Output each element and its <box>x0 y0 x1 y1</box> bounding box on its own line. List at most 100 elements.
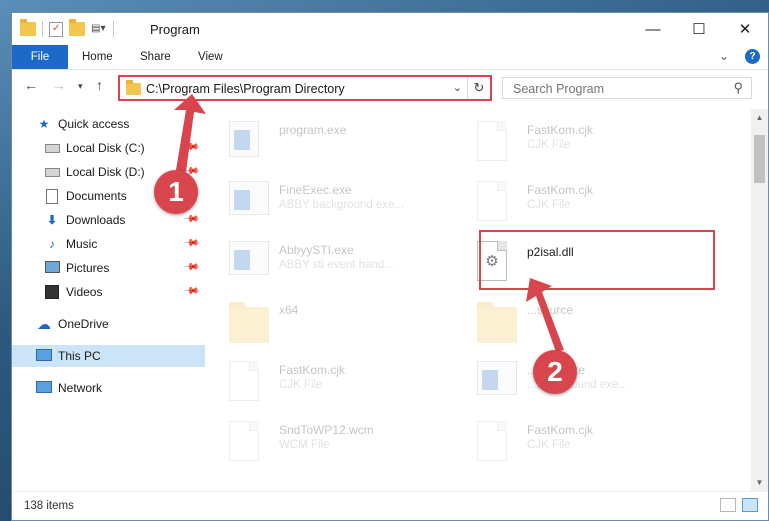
help-icon[interactable]: ? <box>745 49 760 64</box>
sidebar-item-label: Local Disk (C:) <box>66 141 145 155</box>
pictures-icon <box>44 261 60 275</box>
navigation-pane: ★ Quick access Local Disk (C:) 📌 Local D… <box>12 109 205 489</box>
file-name: SndToWP12.wcm <box>279 423 374 437</box>
window-title: Program <box>150 22 200 37</box>
file-item[interactable]: x64 <box>221 295 461 351</box>
address-bar[interactable]: C:\Program Files\Program Directory ⌄ ↻ <box>118 75 492 101</box>
tab-file[interactable]: File <box>12 45 68 69</box>
item-count: 138 items <box>24 500 74 512</box>
program-icon <box>229 121 265 165</box>
sidebar-item-label: Music <box>66 237 98 251</box>
recent-locations-icon[interactable]: ▾ <box>78 81 83 92</box>
file-name: x64 <box>279 303 299 317</box>
file-item[interactable]: SndToWP12.wcm WCM File <box>221 415 461 471</box>
search-input[interactable] <box>511 78 715 100</box>
network-icon <box>36 381 52 395</box>
file-list: program.exe FineExec.exe ABBY background… <box>207 109 742 489</box>
large-icons-view-icon[interactable] <box>742 498 758 512</box>
file-item[interactable]: FineExec.exe ABBY background exe... <box>221 175 461 231</box>
file-item[interactable]: AbbyySTI.exe ABBY sti event hand... <box>221 235 461 291</box>
customize-toolbar-icon[interactable]: ▤▾ <box>91 22 107 36</box>
document-icon <box>477 421 513 465</box>
ribbon-tabs: File Home Share View ⌄ ? <box>12 45 768 70</box>
file-name: FastKom.cjk <box>527 423 594 437</box>
application-icon <box>477 361 517 405</box>
file-type: CJK File <box>279 379 323 391</box>
back-arrow-icon[interactable]: ← <box>24 77 38 93</box>
sidebar-item-label: OneDrive <box>58 317 109 331</box>
up-arrow-icon[interactable]: ↑ <box>96 77 103 93</box>
sidebar-item-music[interactable]: ♪ Music 📌 <box>12 233 205 255</box>
file-name: FastKom.cjk <box>527 183 594 197</box>
download-icon: ⬇ <box>46 213 58 227</box>
scrollbar-thumb[interactable] <box>754 135 765 183</box>
file-name: FastKom.cjk <box>527 123 594 137</box>
file-item[interactable]: FastKom.cjk CJK File <box>221 355 461 411</box>
chevron-down-icon[interactable]: ⌄ <box>453 81 462 94</box>
refresh-icon[interactable]: ↻ <box>467 77 490 99</box>
pin-icon: 📌 <box>182 235 200 252</box>
pin-icon: 📌 <box>182 211 200 228</box>
sidebar-item-label: Downloads <box>66 213 126 227</box>
drive-icon <box>44 141 60 155</box>
properties-icon[interactable]: ✓ <box>49 21 63 37</box>
sidebar-item-local-disk-c[interactable]: Local Disk (C:) 📌 <box>12 137 205 159</box>
file-item[interactable]: FastKom.cjk CJK File <box>469 115 709 171</box>
file-type: WCM File <box>279 439 330 451</box>
drive-icon <box>44 165 60 179</box>
file-item[interactable]: FastKom.cjk CJK File <box>469 175 709 231</box>
search-box[interactable]: ⚲ <box>502 77 752 100</box>
file-name: AbbyySTI.exe <box>279 243 354 257</box>
documents-icon <box>44 189 60 204</box>
tab-view[interactable]: View <box>198 45 223 69</box>
file-item[interactable]: ...exec.exe ...background exe... <box>469 355 709 411</box>
sidebar-item-quick-access[interactable]: ★ Quick access <box>12 113 205 135</box>
sidebar-item-videos[interactable]: Videos 📌 <box>12 281 205 303</box>
file-item[interactable]: program.exe <box>221 115 461 171</box>
file-item[interactable]: ...source <box>469 295 709 351</box>
cloud-icon: ☁ <box>37 316 51 332</box>
file-name: program.exe <box>279 123 347 137</box>
file-item[interactable]: FastKom.cjk CJK File <box>469 415 709 471</box>
step-1-badge: 1 <box>154 170 198 214</box>
tab-share[interactable]: Share <box>140 45 171 69</box>
file-name: FastKom.cjk <box>279 363 346 377</box>
forward-arrow-icon[interactable]: → <box>52 77 66 93</box>
file-type: CJK File <box>527 139 571 151</box>
details-view-icon[interactable] <box>720 498 736 512</box>
file-name: FineExec.exe <box>279 183 352 197</box>
new-folder-icon[interactable] <box>69 19 85 36</box>
sidebar-item-onedrive[interactable]: ☁ OneDrive <box>12 313 205 335</box>
sidebar-item-pictures[interactable]: Pictures 📌 <box>12 257 205 279</box>
expand-ribbon-icon[interactable]: ⌄ <box>719 49 729 64</box>
document-icon <box>477 121 513 165</box>
file-type: CJK File <box>527 439 571 451</box>
folder-icon <box>477 301 517 345</box>
title-bar: ✓ ▤▾ Program — ☐ ✕ <box>12 13 768 45</box>
pin-icon: 📌 <box>182 283 200 300</box>
scroll-up-icon[interactable]: ▲ <box>751 113 768 122</box>
pin-icon: 📌 <box>182 259 200 276</box>
vertical-scrollbar[interactable]: ▲ ▼ <box>751 109 768 491</box>
folder-icon <box>126 80 141 95</box>
sidebar-item-label: Network <box>58 381 103 395</box>
scroll-down-icon[interactable]: ▼ <box>751 478 768 487</box>
folder-icon <box>229 301 269 345</box>
sidebar-item-label: This PC <box>58 349 101 363</box>
toolbar-divider <box>42 21 43 37</box>
close-button[interactable]: ✕ <box>722 13 768 45</box>
document-icon <box>229 361 265 405</box>
quick-access-toolbar: ✓ ▤▾ <box>20 19 114 37</box>
minimize-button[interactable]: — <box>630 13 676 45</box>
tab-home[interactable]: Home <box>82 45 113 69</box>
sidebar-item-this-pc[interactable]: This PC <box>12 345 205 367</box>
search-icon[interactable]: ⚲ <box>733 80 743 96</box>
sidebar-item-label: Documents <box>66 189 127 203</box>
maximize-button[interactable]: ☐ <box>676 13 722 45</box>
folder-icon <box>20 19 36 36</box>
computer-icon <box>36 349 52 363</box>
file-type: ABBY background exe... <box>279 199 405 211</box>
sidebar-item-network[interactable]: Network <box>12 377 205 399</box>
address-path[interactable]: C:\Program Files\Program Directory <box>146 82 345 96</box>
navigation-bar: ← → ▾ ↑ C:\Program Files\Program Directo… <box>12 71 768 105</box>
